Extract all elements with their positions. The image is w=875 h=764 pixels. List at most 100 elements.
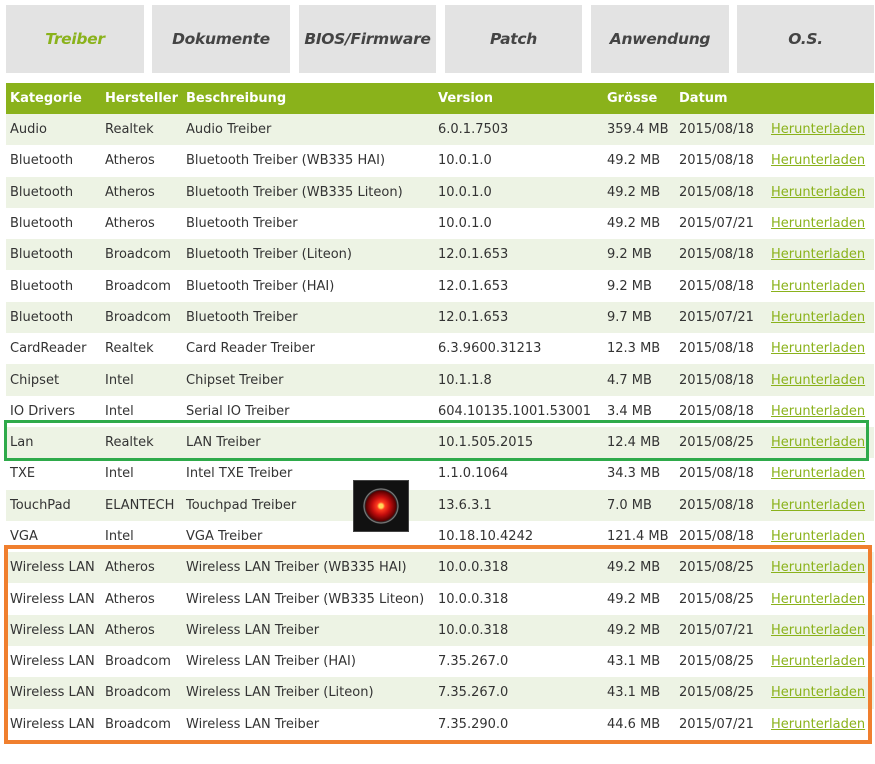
row-description: Bluetooth Treiber (Liteon): [186, 247, 352, 263]
row-vendor: Realtek: [105, 341, 154, 357]
row-date: 2015/08/25: [679, 685, 754, 701]
download-cell: Herunterladen: [771, 615, 865, 646]
row-category: Bluetooth: [10, 153, 74, 169]
table-row: Wireless LAN Atheros Wireless LAN Treiber …: [6, 552, 874, 584]
row-category: Wireless LAN: [10, 622, 95, 638]
row-vendor: Atheros: [105, 591, 155, 607]
row-version: 6.0.1.7503: [438, 122, 509, 138]
download-link[interactable]: Herunterladen: [771, 373, 865, 388]
row-category: Bluetooth: [10, 184, 74, 200]
row-description: Wireless LAN Treiber (WB335 Liteon): [186, 591, 425, 607]
row-category: Chipset: [10, 372, 60, 388]
row-description: Bluetooth Treiber: [186, 216, 298, 232]
download-link[interactable]: Herunterladen: [771, 654, 865, 669]
row-size: 12.3 MB: [607, 341, 661, 357]
download-cell: Herunterladen: [771, 427, 865, 458]
table-row: CardReader Realtek Card Reader Treiber 6.3.…: [6, 333, 874, 364]
download-link[interactable]: Herunterladen: [771, 717, 865, 732]
row-version: 7.35.267.0: [438, 654, 509, 670]
row-category: TXE: [10, 466, 36, 482]
download-link[interactable]: Herunterladen: [771, 623, 865, 638]
download-cell: Herunterladen: [771, 677, 865, 708]
row-vendor: Broadcom: [105, 309, 171, 325]
download-link[interactable]: Herunterladen: [771, 498, 865, 513]
download-link[interactable]: Herunterladen: [771, 216, 865, 231]
download-link[interactable]: Herunterladen: [771, 341, 865, 356]
row-date: 2015/08/18: [679, 247, 754, 263]
row-version: 10.0.0.318: [438, 560, 509, 576]
download-link[interactable]: Herunterladen: [771, 435, 865, 450]
row-vendor: ELANTECH: [105, 497, 175, 513]
row-vendor: Broadcom: [105, 654, 171, 670]
tab-os[interactable]: O.S.: [737, 5, 874, 73]
table-row: Wireless LAN Atheros Wireless LAN Treiber …: [6, 583, 874, 614]
row-date: 2015/07/21: [679, 216, 754, 232]
download-cell: Herunterladen: [771, 552, 865, 583]
row-version: 6.3.9600.31213: [438, 341, 542, 357]
row-version: 10.0.1.0: [438, 216, 492, 232]
download-link[interactable]: Herunterladen: [771, 247, 865, 262]
row-size: 44.6 MB: [607, 716, 661, 732]
row-vendor: Broadcom: [105, 278, 171, 294]
red-eye-lens: [363, 488, 399, 524]
tab-anwendung[interactable]: Anwendung: [591, 5, 729, 73]
row-category: Lan: [10, 435, 34, 451]
download-link[interactable]: Herunterladen: [771, 185, 865, 200]
download-link[interactable]: Herunterladen: [771, 685, 865, 700]
row-date: 2015/08/18: [679, 341, 754, 357]
row-description: Serial IO Treiber: [186, 403, 290, 419]
row-category: Bluetooth: [10, 278, 74, 294]
row-version: 12.0.1.653: [438, 278, 509, 294]
row-vendor: Realtek: [105, 435, 154, 451]
download-cell: Herunterladen: [771, 709, 865, 740]
row-size: 43.1 MB: [607, 654, 661, 670]
download-link[interactable]: Herunterladen: [771, 122, 865, 137]
download-cell: Herunterladen: [771, 646, 865, 677]
table-row: Bluetooth Broadcom Bluetooth Treiber 12.0.1…: [6, 301, 874, 334]
row-description: Card Reader Treiber: [186, 341, 315, 357]
row-size: 49.2 MB: [607, 184, 661, 200]
tab-bios-firmware[interactable]: BIOS/Firmware: [299, 5, 436, 73]
download-link[interactable]: Herunterladen: [771, 466, 865, 481]
tab-dokumente[interactable]: Dokumente: [152, 5, 290, 73]
download-link[interactable]: Herunterladen: [771, 560, 865, 575]
col-header-version: Version: [438, 91, 493, 106]
table-body: Audio Realtek Audio Treiber 6.0.1.7503 359.4…: [6, 114, 874, 740]
tab-treiber[interactable]: Treiber: [6, 5, 144, 73]
row-category: Wireless LAN: [10, 685, 95, 701]
row-size: 49.2 MB: [607, 591, 661, 607]
row-size: 7.0 MB: [607, 497, 652, 513]
download-link[interactable]: Herunterladen: [771, 404, 865, 419]
download-cell: Herunterladen: [771, 208, 865, 239]
table-row: Chipset Intel Chipset Treiber 10.1.1.8 4.7 M…: [6, 364, 874, 396]
table-header: Kategorie Hersteller Beschreibung Versio…: [6, 83, 874, 114]
download-cell: Herunterladen: [771, 333, 865, 364]
download-link[interactable]: Herunterladen: [771, 279, 865, 294]
row-category: CardReader: [10, 341, 87, 357]
download-cell: Herunterladen: [771, 114, 865, 145]
download-link[interactable]: Herunterladen: [771, 592, 865, 607]
row-category: Wireless LAN: [10, 716, 95, 732]
download-link[interactable]: Herunterladen: [771, 310, 865, 325]
table-row: Wireless LAN Broadcom Wireless LAN Treiber…: [6, 709, 874, 740]
row-version: 10.0.0.318: [438, 622, 509, 638]
row-description: Bluetooth Treiber (WB335 HAI): [186, 153, 386, 169]
table-row: Lan Realtek LAN Treiber 10.1.505.2015 12.4 M…: [6, 426, 874, 459]
download-link[interactable]: Herunterladen: [771, 153, 865, 168]
row-description: Intel TXE Treiber: [186, 466, 293, 482]
row-version: 10.0.1.0: [438, 153, 492, 169]
download-link[interactable]: Herunterladen: [771, 529, 865, 544]
tab-patch[interactable]: Patch: [445, 5, 582, 73]
row-description: Bluetooth Treiber: [186, 309, 298, 325]
row-vendor: Broadcom: [105, 247, 171, 263]
row-version: 10.0.0.318: [438, 591, 509, 607]
row-date: 2015/08/25: [679, 591, 754, 607]
download-cell: Herunterladen: [771, 458, 865, 489]
row-date: 2015/07/21: [679, 716, 754, 732]
row-description: Chipset Treiber: [186, 372, 284, 388]
row-version: 604.10135.1001.53001: [438, 403, 592, 419]
row-size: 49.2 MB: [607, 560, 661, 576]
row-size: 359.4 MB: [607, 122, 669, 138]
table-row: Bluetooth Broadcom Bluetooth Treiber (Lite…: [6, 239, 874, 271]
row-version: 7.35.290.0: [438, 716, 509, 732]
